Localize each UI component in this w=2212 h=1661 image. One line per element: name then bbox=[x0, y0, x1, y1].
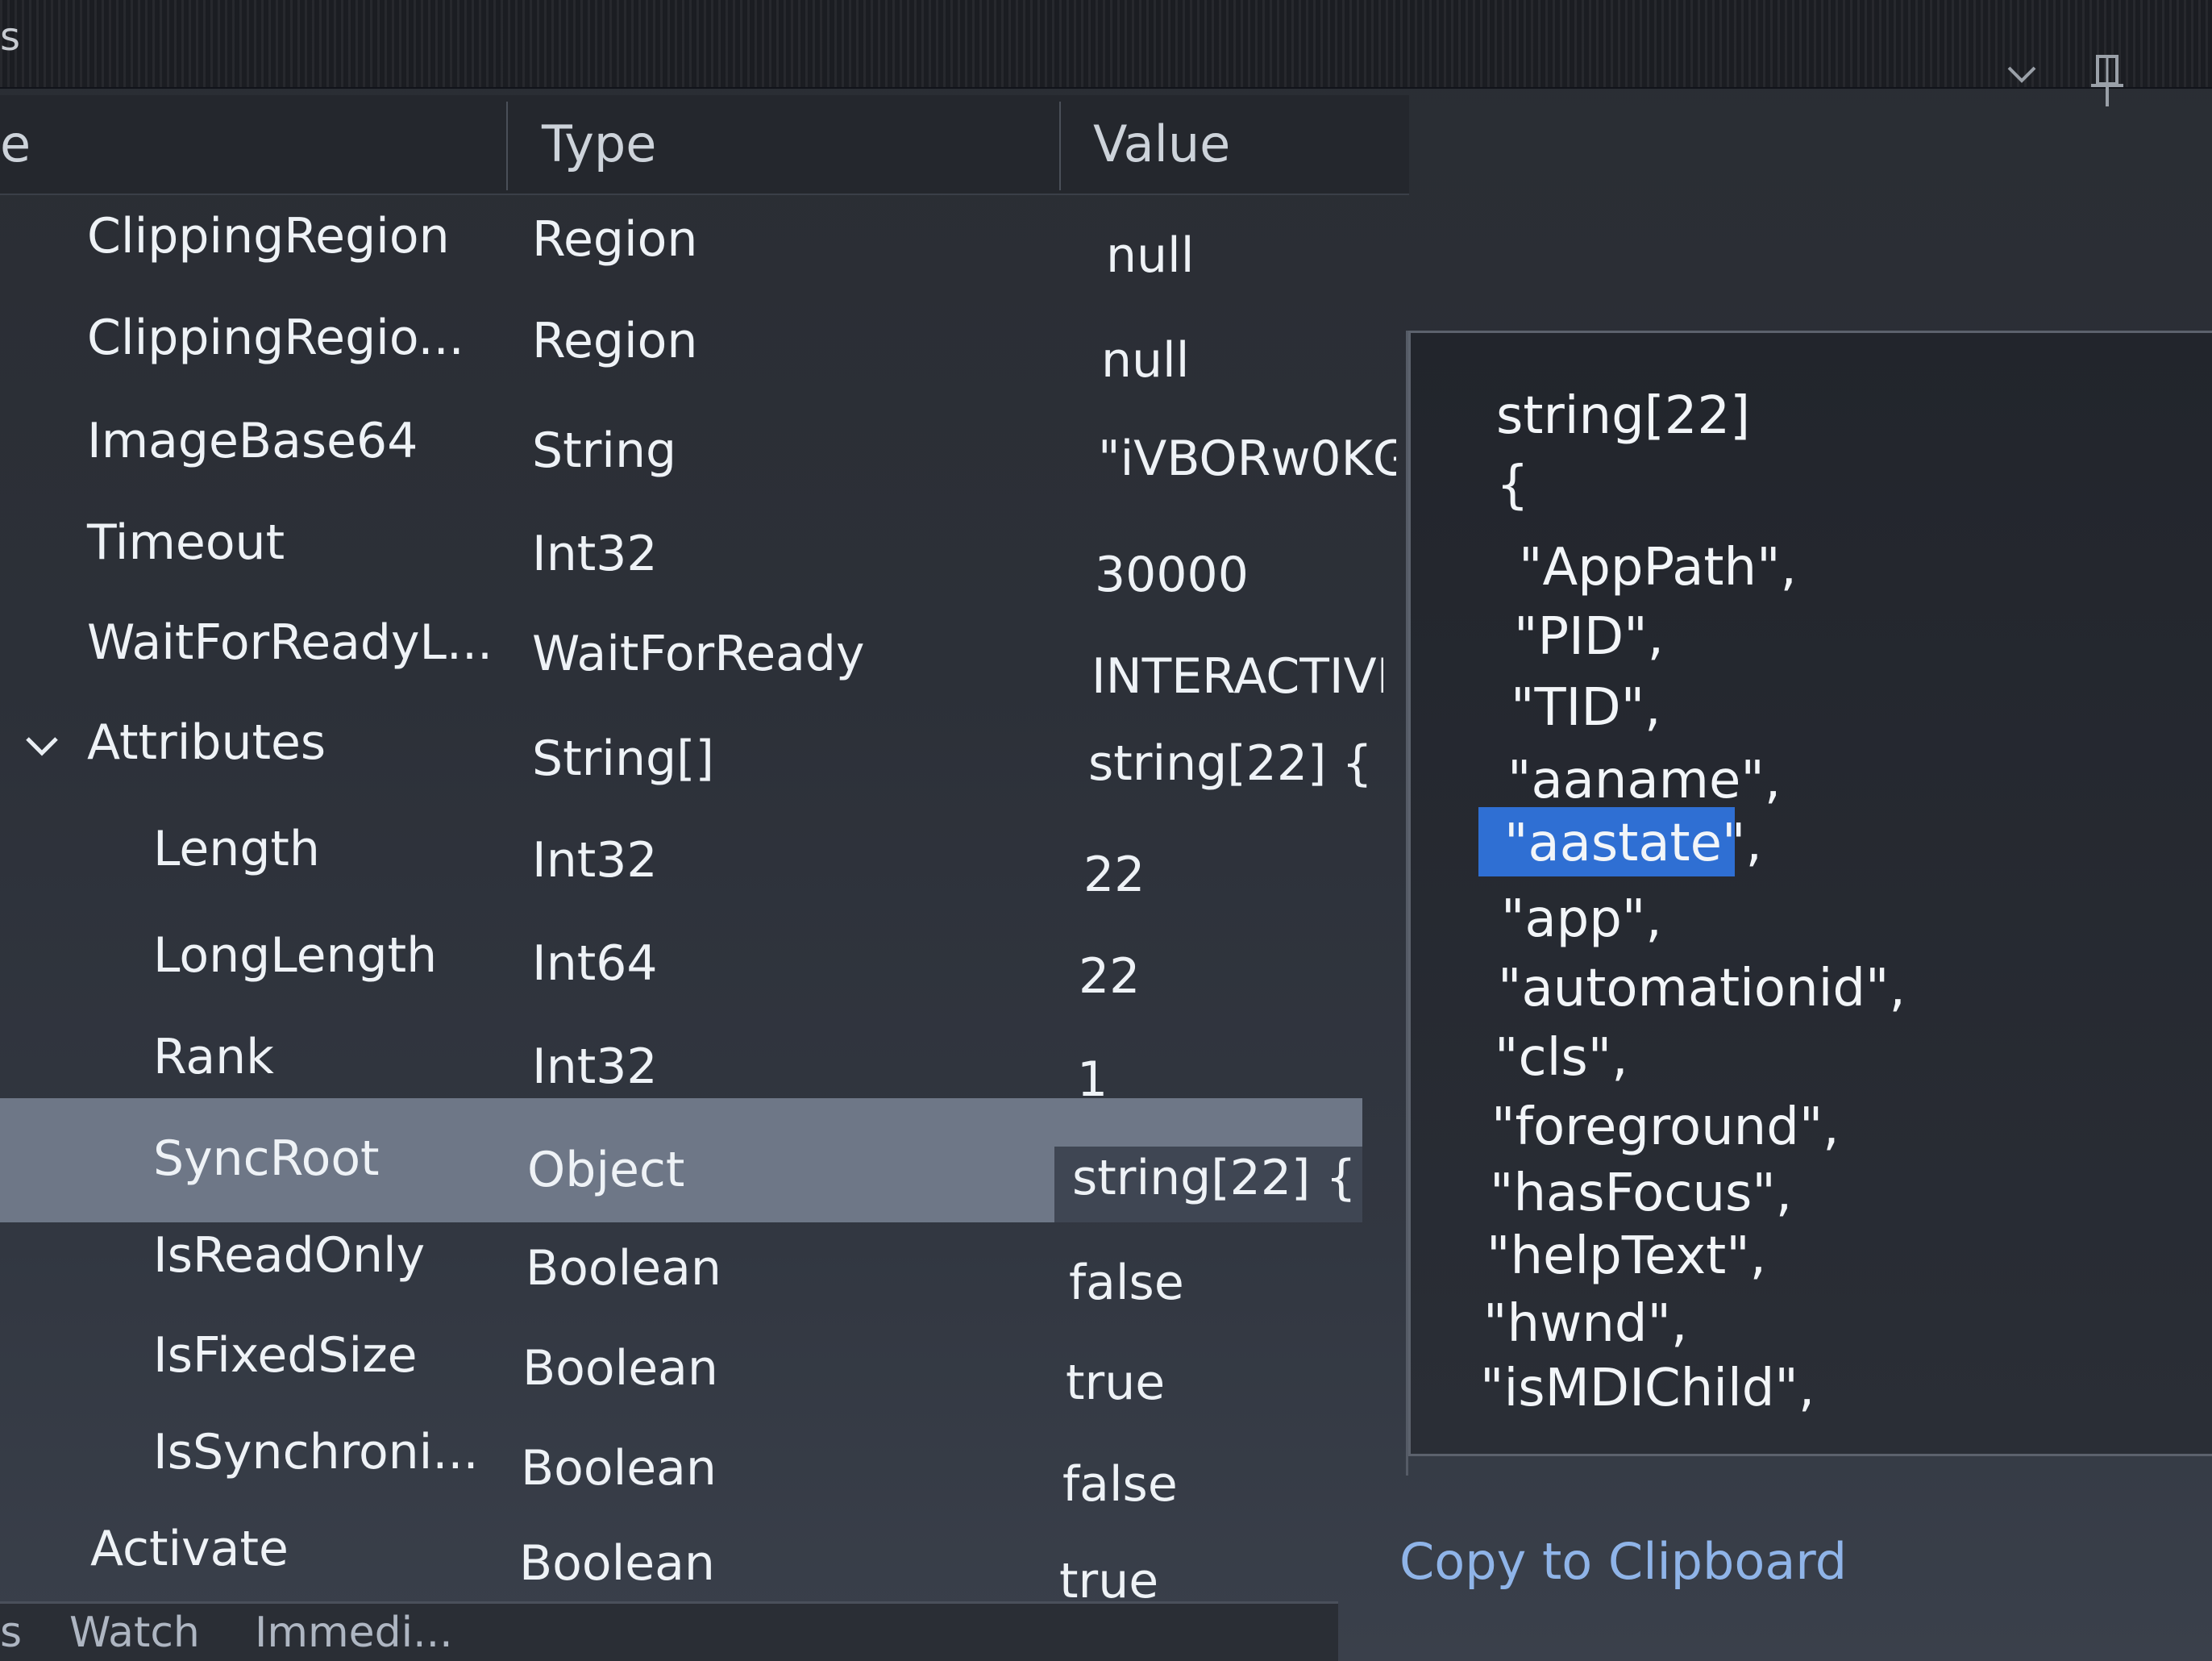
row-name: WaitForReadyL... bbox=[87, 614, 493, 671]
table-row[interactable]: ImageBase64 String "iVBORw0KG bbox=[0, 403, 1396, 503]
tab-partial[interactable]: s bbox=[0, 1609, 22, 1657]
visualizer-item[interactable]: "PID", bbox=[1514, 607, 1664, 667]
row-value[interactable]: null bbox=[1101, 332, 1189, 389]
visualizer-item[interactable]: "cls", bbox=[1495, 1028, 1628, 1088]
row-name: IsFixedSize bbox=[153, 1327, 418, 1384]
visualizer-text-box[interactable]: string[22] { "AppPath", "PID", "TID", "a… bbox=[1408, 331, 2212, 1456]
visualizer-item[interactable]: "TID", bbox=[1511, 678, 1661, 738]
row-name: IsSynchroni... bbox=[153, 1424, 479, 1480]
visualizer-item[interactable]: "automationid", bbox=[1498, 959, 1906, 1018]
row-name: Length bbox=[153, 821, 320, 877]
window-titlebar: s bbox=[0, 0, 2212, 106]
row-type: Boolean bbox=[522, 1340, 718, 1397]
table-row[interactable]: ClippingRegion Region null bbox=[0, 194, 1362, 293]
row-name: Attributes bbox=[87, 714, 326, 771]
row-type: Int64 bbox=[532, 935, 658, 992]
row-type: Boolean bbox=[526, 1240, 721, 1297]
table-row[interactable]: Timeout Int32 30000 bbox=[0, 508, 1362, 608]
array-visualizer-popup: string[22] { "AppPath", "PID", "TID", "a… bbox=[1406, 331, 2212, 1476]
visualizer-item[interactable]: "AppPath", bbox=[1519, 538, 1797, 597]
row-value[interactable]: false bbox=[1069, 1255, 1184, 1311]
row-type: Int32 bbox=[532, 526, 658, 582]
column-header-row: e Type Value bbox=[0, 95, 1409, 195]
visualizer-item[interactable]: "hwnd", bbox=[1483, 1294, 1687, 1354]
column-header-value[interactable]: Value bbox=[1093, 95, 1230, 194]
column-header-name[interactable]: e bbox=[0, 95, 31, 194]
visualizer-header: string[22] bbox=[1496, 386, 1751, 446]
table-row[interactable]: ClippingRegio... Region null bbox=[0, 298, 1362, 398]
table-row[interactable]: IsReadOnly Boolean false bbox=[0, 1222, 1362, 1322]
column-resize-handle[interactable] bbox=[506, 102, 508, 190]
row-type: Int32 bbox=[532, 832, 658, 889]
row-name: IsReadOnly bbox=[153, 1227, 426, 1284]
row-value[interactable]: 22 bbox=[1079, 948, 1140, 1005]
row-value[interactable]: 22 bbox=[1083, 847, 1145, 903]
row-value[interactable]: string[22] { "A bbox=[1072, 1150, 1354, 1206]
row-type: Region bbox=[532, 211, 698, 268]
visualizer-item[interactable]: "foreground", bbox=[1491, 1097, 1840, 1157]
table-row[interactable]: IsSynchroni... Boolean false bbox=[0, 1421, 1362, 1521]
row-value[interactable]: string[22] { "A bbox=[1088, 735, 1378, 792]
table-row-selected[interactable]: SyncRoot Object string[22] { "A bbox=[0, 1098, 1362, 1222]
row-type: Object bbox=[527, 1142, 685, 1198]
row-type: Boolean bbox=[521, 1440, 717, 1497]
row-type: String bbox=[532, 423, 677, 479]
copy-to-clipboard-link[interactable]: Copy to Clipboard bbox=[1399, 1532, 1847, 1591]
visualizer-item[interactable]: "hasFocus", bbox=[1490, 1164, 1792, 1223]
table-row[interactable]: LongLength Int64 22 bbox=[0, 918, 1362, 1018]
pin-icon[interactable] bbox=[2089, 53, 2125, 108]
tab-immediate[interactable]: Immedi... bbox=[255, 1609, 453, 1657]
visualizer-item[interactable]: "app", bbox=[1501, 889, 1662, 949]
row-name: LongLength bbox=[153, 927, 438, 984]
bottom-tab-strip: s Watch Immedi... bbox=[0, 1601, 1338, 1661]
row-name: ImageBase64 bbox=[87, 413, 418, 469]
row-value[interactable]: null bbox=[1106, 227, 1194, 284]
row-name: Rank bbox=[153, 1029, 274, 1085]
visualizer-open-brace: { bbox=[1496, 456, 1529, 515]
column-header-type[interactable]: Type bbox=[542, 95, 656, 194]
visualizer-item[interactable]: "isMDIChild", bbox=[1480, 1359, 1815, 1418]
row-type: String[] bbox=[532, 731, 714, 787]
table-row[interactable]: Length Int32 22 bbox=[0, 814, 1362, 914]
row-value[interactable]: INTERACTIVE bbox=[1091, 648, 1383, 705]
visualizer-item[interactable]: "aaname", bbox=[1507, 751, 1781, 810]
table-row[interactable]: WaitForReadyL... WaitForReady INTERACTIV… bbox=[0, 610, 1383, 710]
visualizer-item[interactable]: "helpText", bbox=[1486, 1226, 1766, 1286]
chevron-down-icon[interactable] bbox=[2006, 63, 2038, 87]
row-value[interactable]: "iVBORw0KG bbox=[1098, 431, 1396, 487]
chevron-down-icon[interactable] bbox=[24, 734, 60, 760]
column-resize-handle[interactable] bbox=[1059, 102, 1061, 190]
row-type: Boolean bbox=[519, 1535, 715, 1592]
debugger-locals-window: s e Type Value ClippingRegion Region nul… bbox=[0, 0, 2212, 1661]
tab-watch[interactable]: Watch bbox=[69, 1609, 200, 1657]
row-type: Int32 bbox=[532, 1039, 658, 1095]
visualizer-item-selected[interactable]: "aastate", bbox=[1504, 814, 1762, 873]
row-name: Activate bbox=[90, 1521, 289, 1577]
row-type: Region bbox=[532, 313, 698, 369]
row-value[interactable]: 30000 bbox=[1095, 547, 1249, 603]
row-name: ClippingRegio... bbox=[87, 310, 464, 366]
row-value[interactable]: false bbox=[1062, 1456, 1178, 1513]
table-row-expanded[interactable]: Attributes String[] string[22] { "A bbox=[0, 711, 1378, 811]
row-name: ClippingRegion bbox=[87, 208, 450, 264]
row-name: SyncRoot bbox=[153, 1130, 380, 1187]
window-title: s bbox=[0, 15, 21, 60]
row-type: WaitForReady bbox=[532, 626, 865, 682]
row-value[interactable]: true bbox=[1066, 1355, 1165, 1411]
table-row[interactable]: IsFixedSize Boolean true bbox=[0, 1322, 1362, 1422]
row-name: Timeout bbox=[87, 514, 285, 571]
